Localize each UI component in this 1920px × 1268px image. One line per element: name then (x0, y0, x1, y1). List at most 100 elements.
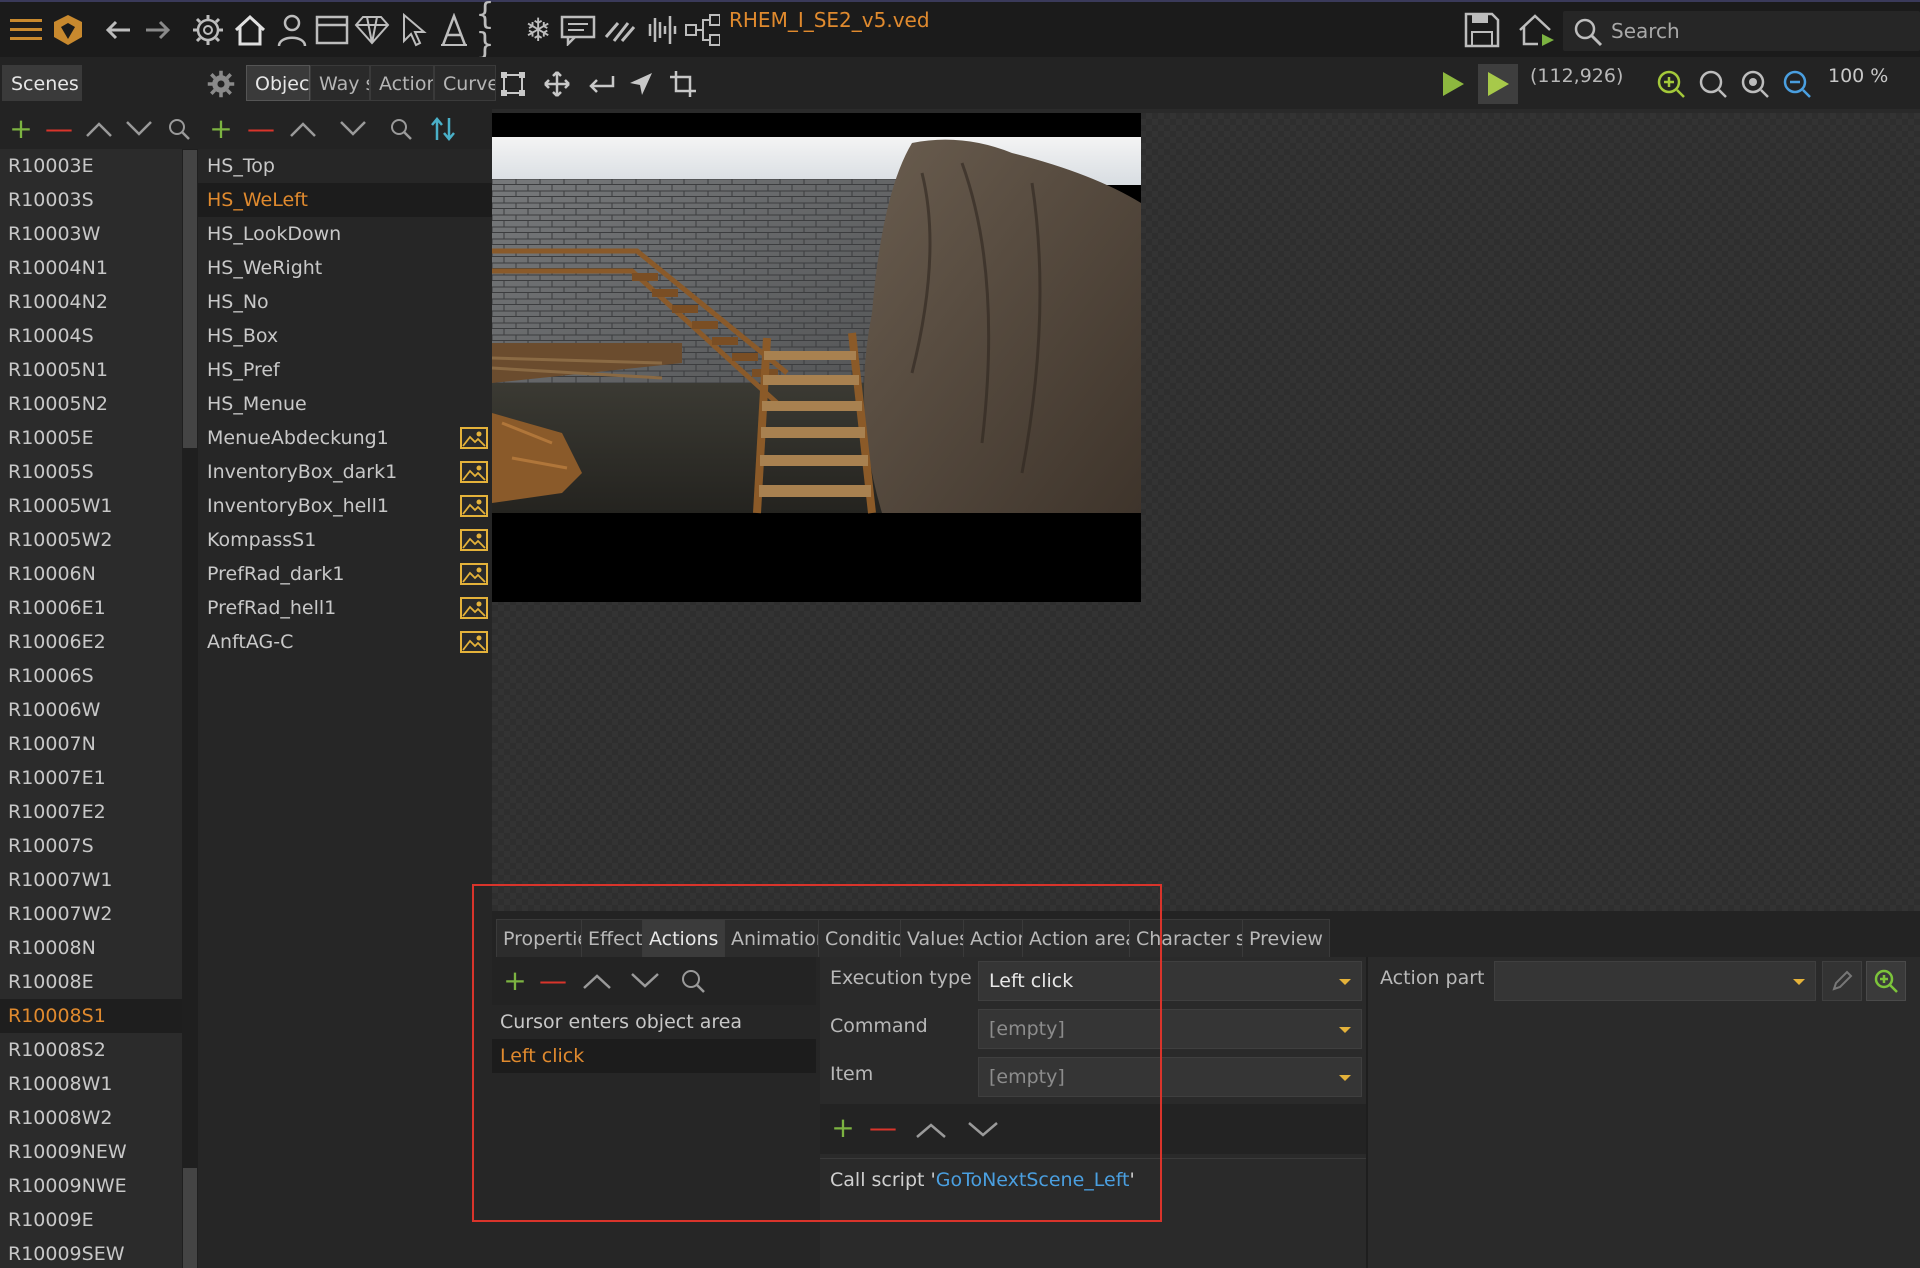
window-icon[interactable] (314, 12, 350, 48)
scene-item[interactable]: R10009SEW (0, 1237, 182, 1268)
scene-item[interactable]: R10006S (0, 659, 182, 693)
scene-item[interactable]: R10004N2 (0, 285, 182, 319)
scene-item[interactable]: R10007S (0, 829, 182, 863)
script-link[interactable]: GoToNextScene_Left (936, 1169, 1130, 1191)
braces-icon[interactable]: { } (476, 0, 512, 60)
audio-icon[interactable] (642, 12, 678, 48)
scene-item[interactable]: R10005S (0, 455, 182, 489)
scene-item[interactable]: R10003S (0, 183, 182, 217)
tab-action[interactable]: Action (370, 65, 434, 101)
scene-item[interactable]: R10006E1 (0, 591, 182, 625)
object-item[interactable]: HS_LookDown (198, 217, 492, 251)
scene-item[interactable]: R10006W (0, 693, 182, 727)
scene-item[interactable]: R10005N1 (0, 353, 182, 387)
object-item[interactable]: PrefRad_dark1 (198, 557, 492, 591)
scene-item[interactable]: R10008W1 (0, 1067, 182, 1101)
move-up-object-icon[interactable] (286, 111, 320, 147)
scene-item[interactable]: R10007W1 (0, 863, 182, 897)
return-icon[interactable] (584, 67, 618, 101)
tab-scenes[interactable]: Scenes (2, 65, 82, 101)
move-down-action-icon[interactable] (628, 963, 662, 999)
sort-icon[interactable] (426, 111, 460, 147)
scene-item[interactable]: R10005W1 (0, 489, 182, 523)
scene-item[interactable]: R10009NEW (0, 1135, 182, 1169)
add-command-button[interactable]: + (826, 1110, 860, 1146)
gear-icon[interactable] (190, 12, 226, 48)
scene-settings-gear-icon[interactable] (204, 67, 238, 101)
scene-item[interactable]: R10006E2 (0, 625, 182, 659)
cursor-icon[interactable] (396, 12, 432, 48)
object-item[interactable]: HS_Menue (198, 387, 492, 421)
object-item[interactable]: InventoryBox_hell1 (198, 489, 492, 523)
remove-scene-button[interactable]: — (42, 111, 76, 147)
scene-item[interactable]: R10007W2 (0, 897, 182, 931)
scene-item[interactable]: R10008S1 (0, 999, 182, 1033)
scene-preview-image[interactable] (492, 113, 1141, 602)
zoom-in-icon[interactable] (1654, 67, 1688, 101)
tab-object[interactable]: Object (246, 65, 310, 101)
move-down-scene-icon[interactable] (122, 111, 156, 147)
diamond-icon[interactable] (354, 12, 390, 48)
move-icon[interactable] (540, 67, 574, 101)
zoom-out-icon[interactable] (1780, 67, 1814, 101)
action-item[interactable]: Left click (492, 1039, 816, 1073)
image-icon[interactable] (460, 495, 488, 517)
home-play-icon[interactable] (1518, 12, 1554, 48)
scene-item[interactable]: R10007N (0, 727, 182, 761)
comment-icon[interactable] (560, 12, 596, 48)
scene-item[interactable]: R10008S2 (0, 1033, 182, 1067)
object-item[interactable]: HS_WeRight (198, 251, 492, 285)
item-select[interactable]: [empty] (978, 1057, 1362, 1097)
object-item[interactable]: MenueAbdeckung1 (198, 421, 492, 455)
back-icon[interactable] (100, 12, 136, 48)
zoom-in-action-icon[interactable] (1866, 961, 1906, 1001)
scene-item[interactable]: R10005W2 (0, 523, 182, 557)
image-icon[interactable] (460, 597, 488, 619)
image-icon[interactable] (460, 631, 488, 653)
image-icon[interactable] (460, 563, 488, 585)
home-icon[interactable] (232, 12, 268, 48)
search-action-icon[interactable] (676, 963, 710, 999)
remove-action-button[interactable]: — (536, 963, 570, 999)
select-rect-icon[interactable] (496, 67, 530, 101)
object-item[interactable]: HS_Box (198, 319, 492, 353)
object-item[interactable]: PrefRad_hell1 (198, 591, 492, 625)
scene-item[interactable]: R10005E (0, 421, 182, 455)
scene-item[interactable]: R10008E (0, 965, 182, 999)
save-icon[interactable] (1464, 12, 1500, 48)
object-item[interactable]: HS_Top (198, 149, 492, 183)
object-item[interactable]: HS_WeLeft (198, 183, 492, 217)
search-object-icon[interactable] (384, 111, 418, 147)
object-item[interactable]: AnftAG-C (198, 625, 492, 659)
scene-item[interactable]: R10008N (0, 931, 182, 965)
play-box-icon[interactable] (1478, 64, 1518, 104)
object-item[interactable]: HS_No (198, 285, 492, 319)
tree-icon[interactable] (684, 12, 720, 48)
scene-item[interactable]: R10003E (0, 149, 182, 183)
search-scene-icon[interactable] (162, 111, 196, 147)
tab-actions[interactable]: Actions (642, 919, 726, 957)
move-down-command-icon[interactable] (966, 1112, 1000, 1148)
search-input[interactable]: Search (1563, 11, 1920, 51)
user-icon[interactable] (274, 12, 310, 48)
scenes-scrollbar-thumb-lower[interactable] (183, 1168, 197, 1268)
scene-item[interactable]: R10008W2 (0, 1101, 182, 1135)
edit-pencil-icon[interactable] (1822, 961, 1862, 1001)
command-item[interactable]: Call script 'GoToNextScene_Left' (830, 1169, 1135, 1191)
tab-way-system[interactable]: Way sy (310, 65, 370, 101)
snowflake-icon[interactable]: ❄ (520, 12, 556, 48)
scene-item[interactable]: R10004S (0, 319, 182, 353)
scene-item[interactable]: R10007E2 (0, 795, 182, 829)
move-up-action-icon[interactable] (580, 963, 614, 999)
scene-item[interactable]: R10005N2 (0, 387, 182, 421)
scene-item[interactable]: R10007E1 (0, 761, 182, 795)
image-icon[interactable] (460, 529, 488, 551)
scene-item[interactable]: R10009E (0, 1203, 182, 1237)
navigate-icon[interactable] (624, 67, 658, 101)
remove-object-button[interactable]: — (244, 111, 278, 147)
zoom-fit-icon[interactable] (1696, 67, 1730, 101)
action-part-select[interactable] (1494, 961, 1816, 1001)
command-select[interactable]: [empty] (978, 1009, 1362, 1049)
crop-icon[interactable] (666, 67, 700, 101)
add-action-button[interactable]: + (498, 963, 532, 999)
